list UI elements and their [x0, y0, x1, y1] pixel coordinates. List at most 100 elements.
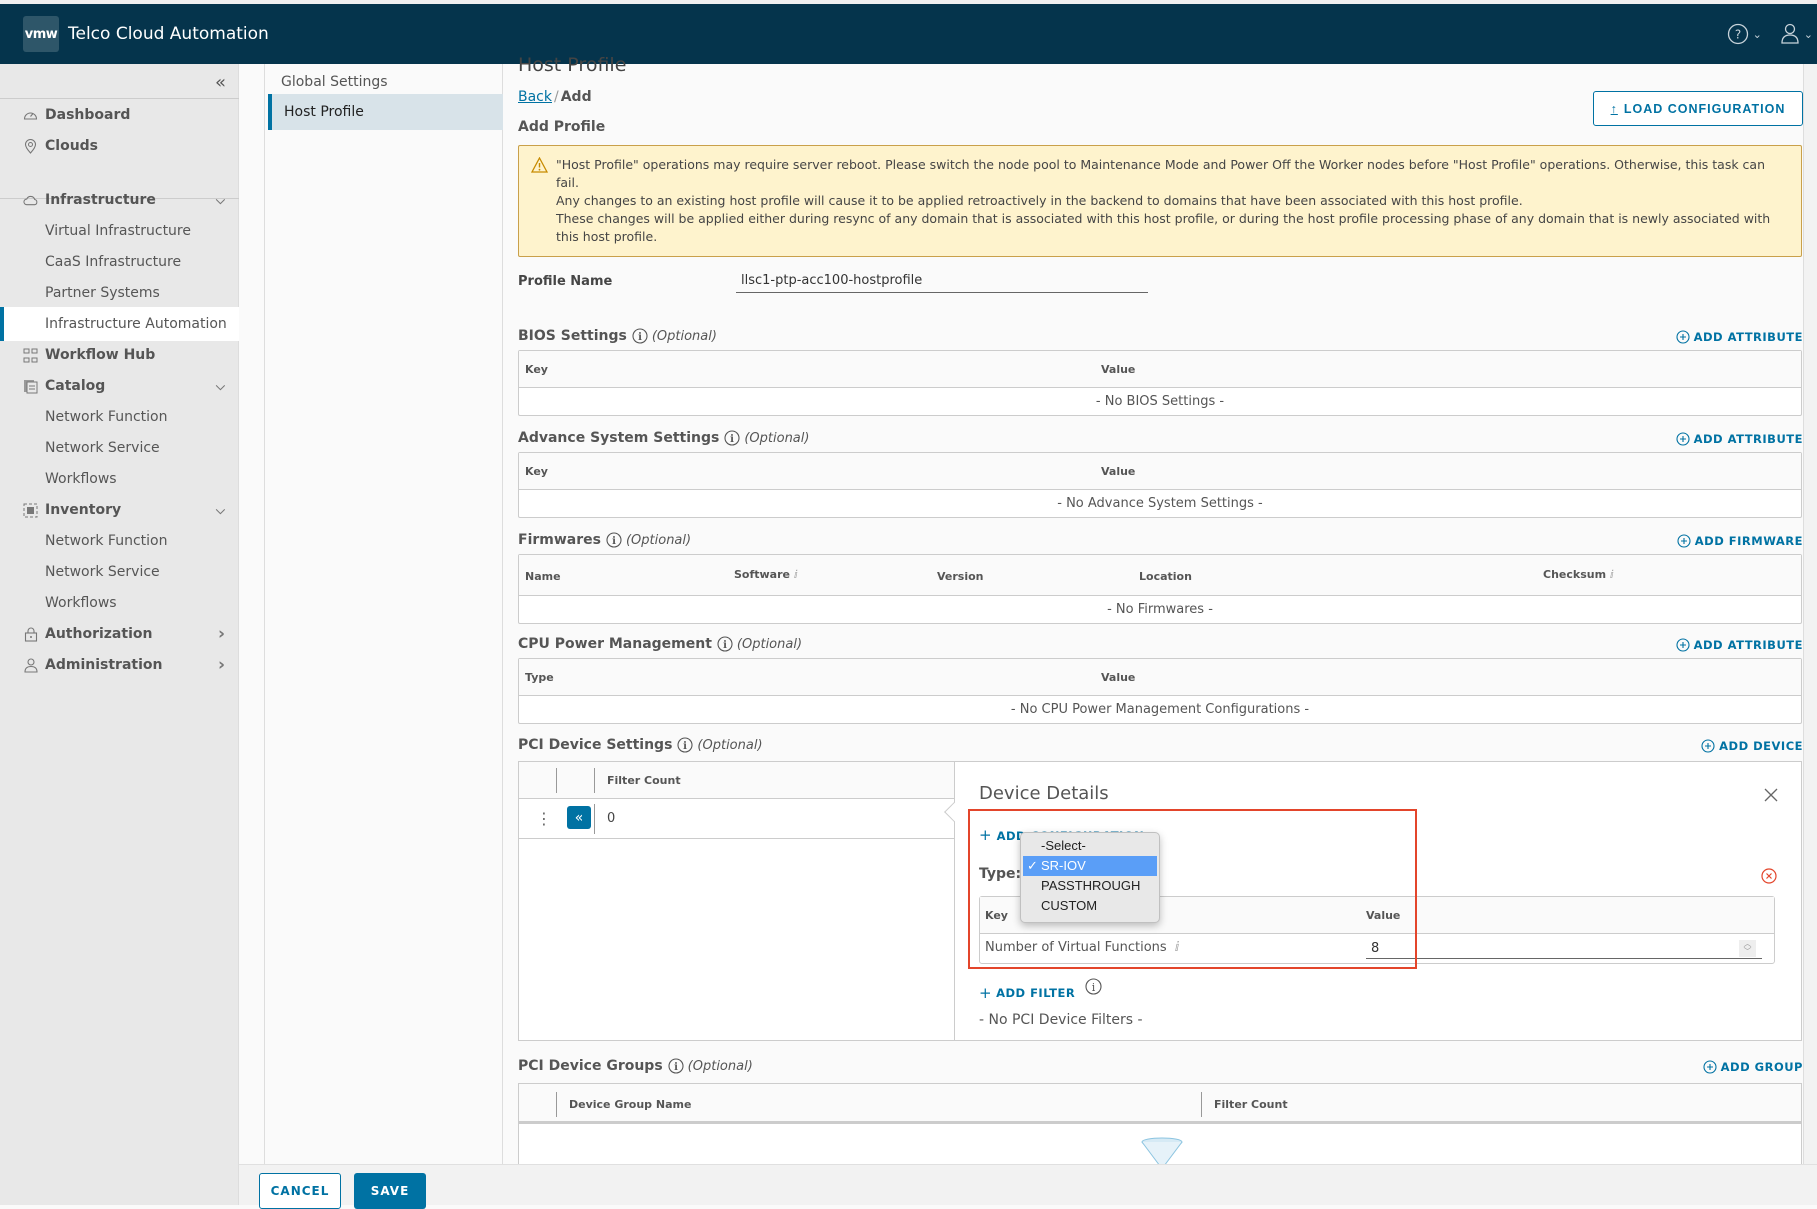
sidebar-item-virtual-infrastructure[interactable]: Virtual Infrastructure: [0, 214, 239, 248]
load-configuration-button[interactable]: ↑ LOAD CONFIGURATION: [1593, 91, 1803, 126]
plus-icon: +: [979, 984, 993, 1002]
warning-icon: [531, 157, 548, 173]
virtual-functions-input[interactable]: [1366, 939, 1762, 959]
sidebar-item-catalog[interactable]: Catalog ⌵: [0, 369, 239, 403]
add-group-button[interactable]: ADD GROUP: [1703, 1060, 1803, 1074]
sidebar-item-network-function[interactable]: Network Function: [0, 400, 239, 434]
info-icon[interactable]: i: [717, 636, 733, 652]
sidebar-item-network-service[interactable]: Network Service: [0, 555, 239, 589]
sidebar-item-workflows[interactable]: Workflows: [0, 462, 239, 496]
chevron-right-icon[interactable]: ›: [218, 624, 225, 644]
add-cpu-attribute-button[interactable]: ADD ATTRIBUTE: [1676, 638, 1803, 652]
info-icon[interactable]: ⅈ: [1175, 940, 1180, 955]
chevron-down-icon[interactable]: ⌵: [216, 193, 225, 208]
section-title-text: PCI Device Settings: [518, 737, 673, 753]
sidebar-item-infrastructure[interactable]: Infrastructure ⌵: [0, 183, 239, 217]
sidebar-item-partner-systems[interactable]: Partner Systems: [0, 276, 239, 310]
column-header-filter-count: Filter Count: [607, 774, 681, 787]
chevron-right-icon[interactable]: ›: [218, 655, 225, 675]
bios-settings-table: Key Value - No BIOS Settings -: [518, 350, 1802, 416]
table-row[interactable]: ⋮ « 0: [519, 799, 954, 839]
column-header-value: Value: [1101, 465, 1136, 478]
sidebar-item-label: Network Service: [45, 564, 160, 580]
sidebar-item-network-service[interactable]: Network Service: [0, 431, 239, 465]
section-title-text: Advance System Settings: [518, 430, 720, 446]
optional-label: (Optional): [744, 430, 810, 446]
close-icon[interactable]: [1763, 787, 1779, 803]
column-header-type: Type: [525, 671, 554, 684]
optional-label: (Optional): [697, 737, 763, 753]
save-button[interactable]: SAVE: [354, 1173, 426, 1209]
sidebar-item-dashboard[interactable]: Dashboard: [0, 98, 239, 132]
action-label: ADD ATTRIBUTE: [1693, 638, 1803, 652]
sidebar-item-clouds[interactable]: Clouds: [0, 129, 239, 163]
add-advance-attribute-button[interactable]: ADD ATTRIBUTE: [1676, 432, 1803, 446]
user-menu[interactable]: ⌄: [1780, 23, 1813, 45]
type-option[interactable]: -Select-: [1021, 836, 1159, 856]
user-icon: [23, 657, 38, 673]
help-icon: ?: [1727, 23, 1748, 45]
info-icon[interactable]: i: [632, 328, 648, 344]
info-icon[interactable]: i: [724, 430, 740, 446]
cpu-power-management-title: CPU Power Management i (Optional): [518, 636, 802, 652]
info-icon[interactable]: i: [677, 737, 693, 753]
number-stepper[interactable]: ︿ ﹀: [1739, 940, 1756, 957]
info-icon[interactable]: i: [606, 532, 622, 548]
optional-label: (Optional): [736, 636, 803, 652]
action-label: ADD ATTRIBUTE: [1693, 330, 1803, 344]
column-header-key: Key: [985, 909, 1008, 922]
sidebar-item-label: Administration: [45, 657, 163, 673]
collapse-details-button[interactable]: «: [567, 806, 591, 829]
type-option-selected[interactable]: ✓ SR-IOV: [1023, 856, 1157, 876]
app-header: vmw Telco Cloud Automation ? ⌄ ⌄: [0, 4, 1817, 64]
add-device-button[interactable]: ADD DEVICE: [1701, 739, 1803, 753]
plus-circle-icon: [1676, 432, 1690, 446]
type-option[interactable]: PASSTHROUGH: [1021, 876, 1159, 896]
section-title-text: BIOS Settings: [518, 328, 627, 344]
profile-name-input[interactable]: [736, 269, 1148, 293]
sidebar-item-infrastructure-automation[interactable]: Infrastructure Automation: [0, 307, 239, 341]
add-bios-attribute-button[interactable]: ADD ATTRIBUTE: [1676, 330, 1803, 344]
subnav-host-profile[interactable]: Host Profile: [268, 94, 503, 130]
help-menu[interactable]: ? ⌄: [1727, 23, 1762, 45]
sidebar-item-inventory[interactable]: Inventory ⌵: [0, 493, 239, 527]
cancel-button[interactable]: CANCEL: [259, 1173, 341, 1209]
sidebar-item-label: Partner Systems: [45, 285, 160, 301]
pci-device-groups-title: PCI Device Groups i (Optional): [518, 1058, 753, 1074]
breadcrumb: Back / Add: [518, 89, 592, 105]
row-actions-icon[interactable]: ⋮: [536, 809, 552, 828]
sidebar-item-workflows[interactable]: Workflows: [0, 586, 239, 620]
vmware-logo[interactable]: vmw: [23, 16, 59, 52]
type-select-dropdown[interactable]: -Select- ✓ SR-IOV PASSTHROUGH CUSTOM: [1020, 832, 1160, 923]
info-icon[interactable]: i: [1085, 978, 1102, 995]
info-icon[interactable]: i: [668, 1058, 684, 1074]
sidebar-item-administration[interactable]: Administration ›: [0, 648, 239, 682]
type-label: Type:: [979, 866, 1022, 882]
info-icon: ⅈ: [793, 568, 798, 581]
empty-state: - No Advance System Settings -: [1057, 496, 1263, 511]
advance-system-settings-table: Key Value - No Advance System Settings -: [518, 452, 1802, 518]
action-label: ADD DEVICE: [1719, 739, 1803, 753]
collapse-sidebar-button[interactable]: «: [215, 72, 226, 93]
location-icon: [23, 138, 38, 154]
sidebar-item-authorization[interactable]: Authorization ›: [0, 617, 239, 651]
column-header-key: Key: [525, 465, 548, 478]
add-filter-button[interactable]: + ADD FILTER: [979, 984, 1075, 1002]
pci-device-list: Filter Count ⋮ « 0: [519, 762, 955, 1040]
type-option[interactable]: CUSTOM: [1021, 896, 1159, 916]
chevron-down-icon[interactable]: ⌵: [216, 379, 225, 394]
add-firmware-button[interactable]: ADD FIRMWARE: [1677, 534, 1803, 548]
svg-text:i: i: [638, 332, 642, 343]
form-footer: CANCEL SAVE: [239, 1164, 1817, 1209]
upload-icon: ↑: [1610, 101, 1618, 116]
sidebar-item-network-function[interactable]: Network Function: [0, 524, 239, 558]
main-scrollbar[interactable]: [1803, 64, 1817, 1164]
svg-text:i: i: [723, 640, 727, 651]
sidebar-item-caas-infrastructure[interactable]: CaaS Infrastructure: [0, 245, 239, 279]
breadcrumb-back-link[interactable]: Back: [518, 89, 552, 105]
column-header-software: Software ⅈ: [734, 568, 798, 581]
remove-configuration-icon[interactable]: [1761, 868, 1777, 884]
workflow-icon: [23, 348, 38, 363]
sidebar-item-workflow-hub[interactable]: Workflow Hub: [0, 338, 239, 372]
chevron-down-icon[interactable]: ⌵: [216, 503, 225, 518]
